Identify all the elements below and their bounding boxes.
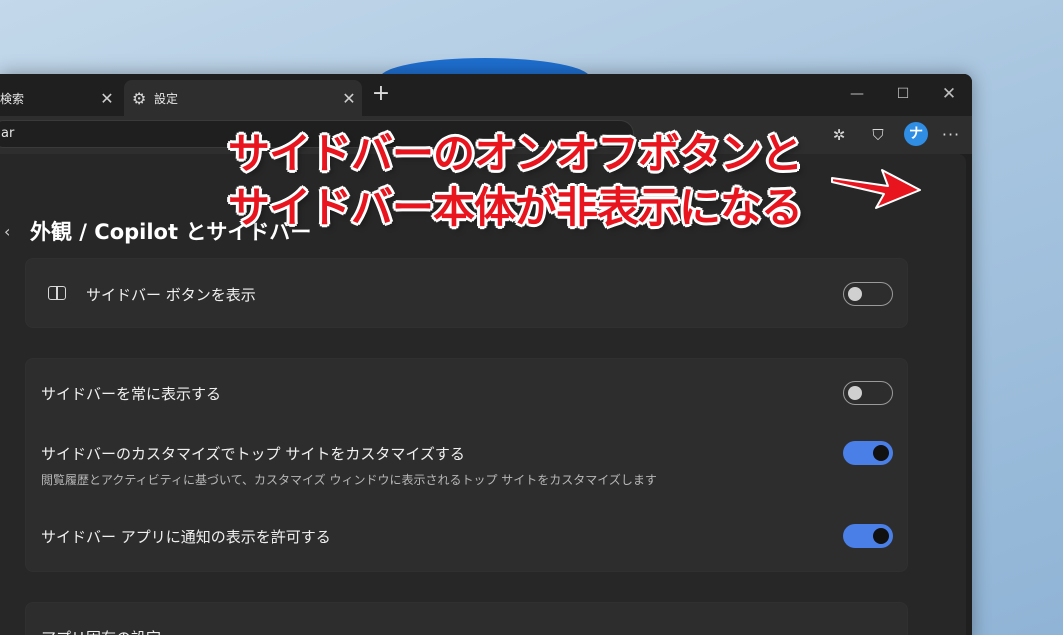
- gear-icon: ⚙: [132, 88, 147, 108]
- settings-card-sidebar-button: サイドバー ボタンを表示: [25, 258, 908, 328]
- setting-label: アプリ固有の設定: [41, 627, 161, 635]
- sidebar-panel-icon: [48, 286, 66, 300]
- setting-description: 閲覧履歴とアクティビティに基づいて、カスタマイズ ウィンドウに表示されるトップ …: [41, 473, 657, 487]
- annotation-line-2: サイドバー本体が非表示になる: [228, 183, 803, 232]
- maximize-button[interactable]: ☐: [888, 82, 918, 106]
- profile-icon[interactable]: ナ: [904, 122, 928, 146]
- close-icon[interactable]: ✕: [336, 89, 362, 108]
- settings-card-sidebar-options: サイドバーを常に表示する サイドバーのカスタマイズでトップ サイトをカスタマイズ…: [25, 358, 908, 572]
- shield-icon[interactable]: ⛉: [867, 124, 889, 146]
- close-icon[interactable]: ✕: [94, 89, 120, 108]
- always-show-sidebar-toggle[interactable]: [843, 381, 893, 405]
- settings-card-app-specific: アプリ固有の設定: [25, 602, 908, 635]
- app-notifications-toggle[interactable]: [843, 524, 893, 548]
- customize-top-sites-toggle[interactable]: [843, 441, 893, 465]
- setting-label: サイドバー ボタンを表示: [86, 286, 256, 304]
- setting-label: サイドバーのカスタマイズでトップ サイトをカスタマイズする: [41, 445, 465, 463]
- show-sidebar-button-toggle[interactable]: [843, 282, 893, 306]
- annotation-line-1: サイドバーのオンオフボタンと: [228, 129, 803, 178]
- tab-settings[interactable]: ⚙ 設定 ✕: [124, 80, 362, 116]
- tab-label: 設定: [154, 91, 179, 106]
- new-tab-button[interactable]: +: [370, 83, 392, 106]
- setting-label: サイドバーを常に表示する: [41, 385, 222, 403]
- minimize-button[interactable]: —: [842, 82, 872, 106]
- chevron-left-icon[interactable]: ‹: [4, 222, 24, 241]
- setting-label: サイドバー アプリに通知の表示を許可する: [41, 528, 331, 546]
- tab-label: 検索: [0, 91, 25, 106]
- window-close-button[interactable]: ✕: [934, 82, 964, 106]
- annotation-arrow-icon: [831, 169, 921, 209]
- tab-strip: 検索 ✕ ⚙ 設定 ✕ + — ☐ ✕: [0, 74, 972, 116]
- more-icon[interactable]: ···: [940, 124, 962, 146]
- extensions-icon[interactable]: ✲: [828, 124, 850, 146]
- tab-search[interactable]: 検索 ✕: [0, 80, 120, 116]
